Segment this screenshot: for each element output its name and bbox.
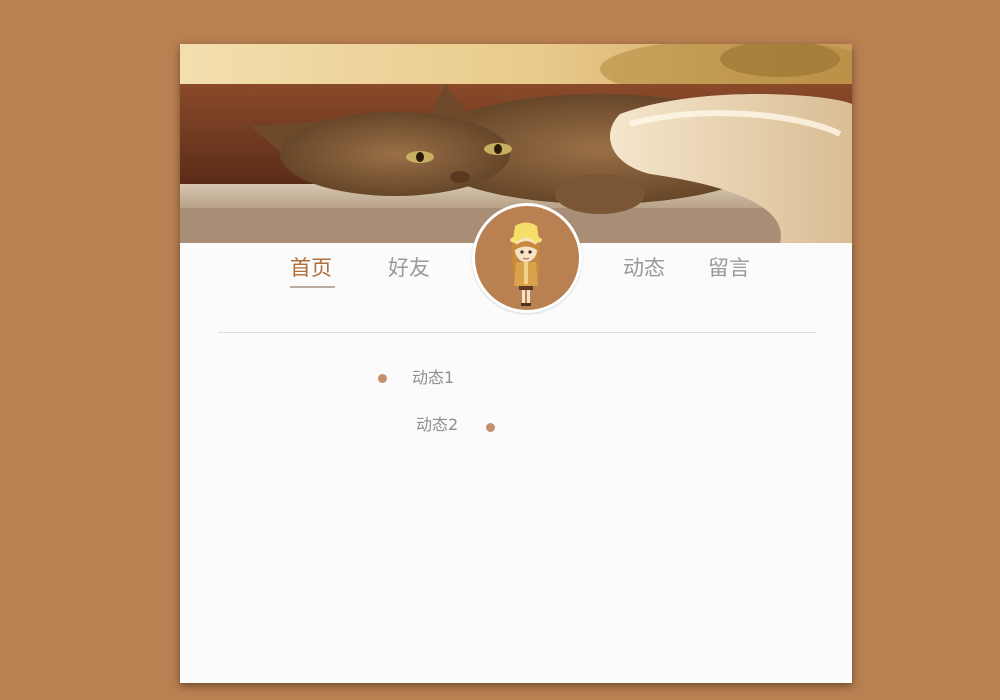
girl-avatar-icon (510, 222, 542, 306)
timeline-dot (378, 374, 387, 383)
feed-item-2[interactable]: 动态2 (416, 414, 458, 436)
profile-card: 首页 好友 动态 留言 动态1 动态2 (180, 44, 852, 683)
section-divider (218, 332, 816, 333)
tab-moments[interactable]: 动态 (623, 254, 665, 282)
tab-home[interactable]: 首页 (290, 254, 332, 282)
timeline-dot (486, 423, 495, 432)
tab-messages[interactable]: 留言 (708, 254, 750, 282)
avatar[interactable] (472, 203, 582, 313)
feed-item-1[interactable]: 动态1 (412, 367, 454, 389)
active-tab-underline (290, 286, 335, 288)
tab-friends[interactable]: 好友 (388, 254, 430, 282)
